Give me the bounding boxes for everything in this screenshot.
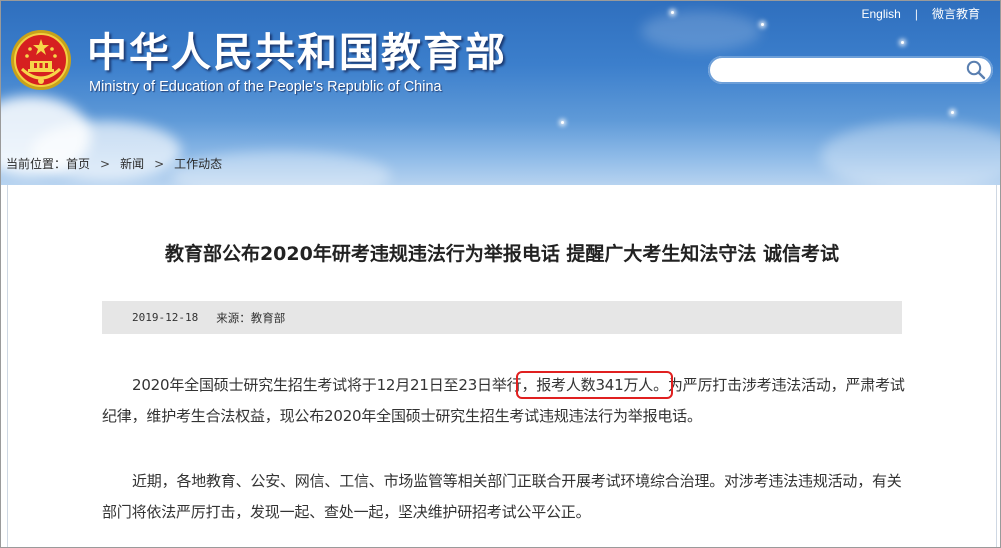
paragraph-text: 2020年全国硕士研究生招生考试将于12月21日至23日举行 [132,376,522,394]
article-paragraph: 近期，各地教育、公安、网信、工信、市场监管等相关部门正联合开展考试环境综合治理。… [102,472,902,521]
breadcrumb-news[interactable]: 新闻 [120,155,144,172]
article-container: 教育部公布2020年研考违规违法行为举报电话 提醒广大考生知法守法 诚信考试 2… [7,185,997,547]
breadcrumb-prefix: 当前位置： [6,157,67,171]
site-title[interactable]: 中华人民共和国教育部 [87,31,507,75]
english-link[interactable]: English [862,7,901,21]
search-icon[interactable] [965,59,987,81]
search-box [708,56,993,84]
weibo-link[interactable]: 微言教育 [932,5,980,22]
top-links: English | 微言教育 [862,5,981,22]
site-header: 中华人民共和国教育部 Ministry of Education of the … [1,1,1000,185]
article-source: 来源：教育部 [216,310,286,325]
article-meta: 2019-12-18 来源：教育部 [102,301,902,334]
browser-page: 中华人民共和国教育部 Ministry of Education of the … [0,0,1001,548]
site-subtitle: Ministry of Education of the People's Re… [89,79,442,95]
breadcrumb-home[interactable]: 首页 [66,155,90,172]
breadcrumb: 当前位置： 首页 > 新闻 > 工作动态 [6,155,222,172]
article-date: 2019-12-18 [132,311,199,324]
chevron-right-icon: > [100,156,111,171]
article-paragraph: 2020年全国硕士研究生招生考试将于12月21日至23日举行，报考人数341万人… [102,370,910,432]
breadcrumb-work-updates[interactable]: 工作动态 [174,155,222,172]
highlighted-text: ，报考人数341万人。 [516,371,673,399]
search-input[interactable] [720,59,964,83]
link-separator: | [914,6,918,21]
article-title: 教育部公布2020年研考违规违法行为举报电话 提醒广大考生知法守法 诚信考试 [164,243,840,265]
national-emblem-icon[interactable] [10,29,72,91]
chevron-right-icon: > [154,156,165,171]
